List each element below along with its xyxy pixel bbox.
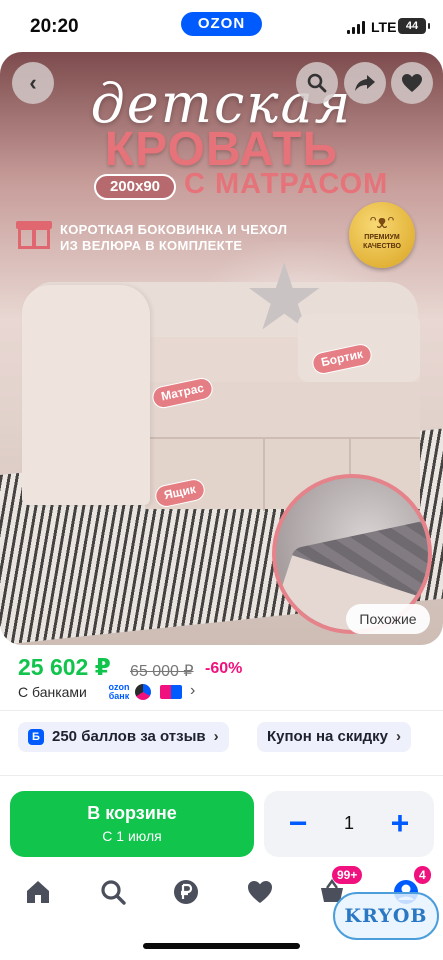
- battery-icon: 44: [398, 18, 430, 34]
- similar-products-button[interactable]: Похожие: [346, 604, 430, 634]
- premium-text-2: КАЧЕСТВО: [363, 243, 401, 250]
- chevron-right-icon[interactable]: ›: [190, 682, 195, 700]
- feature-line-2: ИЗ ВЕЛЮРА В КОМПЛЕКТЕ: [60, 238, 243, 253]
- chevron-right-icon: ›: [213, 728, 219, 745]
- home-indicator[interactable]: [143, 943, 300, 949]
- points-for-review-chip[interactable]: Б 250 баллов за отзыв ›: [18, 722, 229, 752]
- heart-icon[interactable]: [391, 62, 433, 104]
- points-badge-icon: Б: [28, 729, 44, 745]
- ozon-bank-line-2: банк: [108, 691, 130, 701]
- points-label: 250 баллов за отзыв: [52, 728, 206, 745]
- product-image[interactable]: детская КРОВАТЬ 200x90 С МАТРАСОМ КОРОТК…: [0, 52, 443, 645]
- search-icon[interactable]: [99, 878, 127, 906]
- profile-count-badge: 4: [414, 866, 431, 884]
- back-arrow-icon[interactable]: ‹: [12, 62, 54, 104]
- title-sub: С МАТРАСОМ: [184, 168, 389, 200]
- coupon-chip[interactable]: Купон на скидку ›: [257, 722, 411, 752]
- old-price: 65 000 ₽: [130, 663, 194, 680]
- size-badge: 200x90: [94, 174, 176, 200]
- divider: [0, 775, 443, 776]
- discount-percent: -60%: [205, 660, 243, 677]
- divider: [0, 710, 443, 711]
- feature-line-1: КОРОТКАЯ БОКОВИНКА И ЧЕХОЛ: [60, 222, 288, 237]
- premium-text-1: ПРЕМИУМ: [364, 234, 400, 241]
- cart-button-title: В корзине: [87, 803, 177, 823]
- ruble-icon[interactable]: [172, 878, 200, 906]
- decrease-button[interactable]: −: [278, 804, 318, 844]
- chevron-right-icon: ›: [395, 728, 401, 745]
- signal-icon: [347, 21, 367, 34]
- watermark-logo: KRYOB: [333, 892, 439, 940]
- ozon-logo: OZON: [181, 12, 262, 36]
- premium-quality-badge: ᵔᴥᵔ ПРЕМИУМ КАЧЕСТВО: [349, 202, 415, 268]
- share-icon[interactable]: [344, 62, 386, 104]
- in-cart-button[interactable]: В корзине С 1 июля: [10, 791, 254, 857]
- status-bar: 20:20 OZON LTE 44: [0, 0, 443, 52]
- increase-button[interactable]: +: [380, 804, 420, 844]
- coupon-label: Купон на скидку: [267, 728, 388, 745]
- network-type: LTE: [371, 19, 397, 35]
- bunny-icon: ᵔᴥᵔ: [369, 212, 395, 232]
- status-time: 20:20: [30, 16, 79, 37]
- banks-label[interactable]: С банками: [18, 684, 87, 700]
- ozon-bank-logo: ozon банк: [106, 683, 132, 701]
- bed-armrest: [22, 285, 150, 505]
- gift-icon: [16, 217, 52, 249]
- quantity-value: 1: [343, 813, 354, 833]
- card-icon: [160, 685, 182, 699]
- home-icon[interactable]: [24, 878, 52, 906]
- quantity-stepper: − 1 +: [264, 791, 434, 857]
- heart-icon[interactable]: [246, 878, 274, 906]
- current-price: 25 602 ₽: [18, 654, 111, 680]
- cart-count-badge: 99+: [332, 866, 363, 884]
- sbp-icon: [135, 684, 151, 700]
- cart-button-subtitle: С 1 июля: [102, 828, 162, 844]
- search-icon[interactable]: [296, 62, 338, 104]
